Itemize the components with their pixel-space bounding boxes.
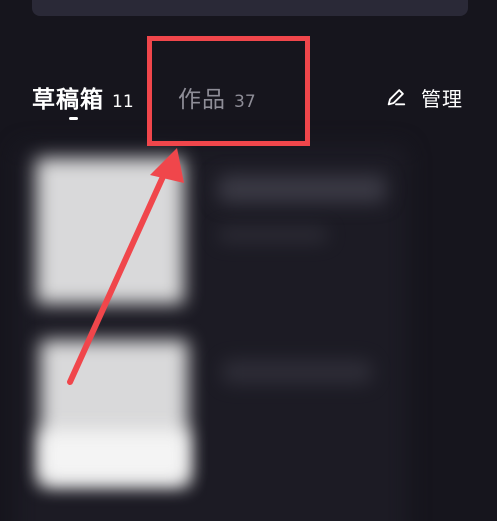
work-title-blurred — [218, 175, 386, 203]
work-thumbnail[interactable] — [36, 158, 184, 304]
work-meta-blurred — [218, 228, 328, 242]
manage-label: 管理 — [421, 86, 463, 111]
manage-button[interactable]: 管理 — [385, 83, 463, 111]
work-title-blurred — [222, 360, 372, 384]
tab-drafts-count: 11 — [112, 92, 134, 112]
tab-drafts-label: 草稿箱 — [32, 87, 104, 113]
top-search-bar[interactable] — [32, 0, 468, 16]
edit-pencil-icon — [387, 89, 406, 106]
work-thumbnail-highlight — [40, 430, 188, 482]
screen: 草稿箱 11 作品 37 管理 — [0, 0, 497, 521]
annotation-highlight-box — [147, 36, 310, 146]
tab-drafts[interactable]: 草稿箱 11 — [32, 80, 134, 113]
active-tab-indicator — [69, 117, 78, 120]
